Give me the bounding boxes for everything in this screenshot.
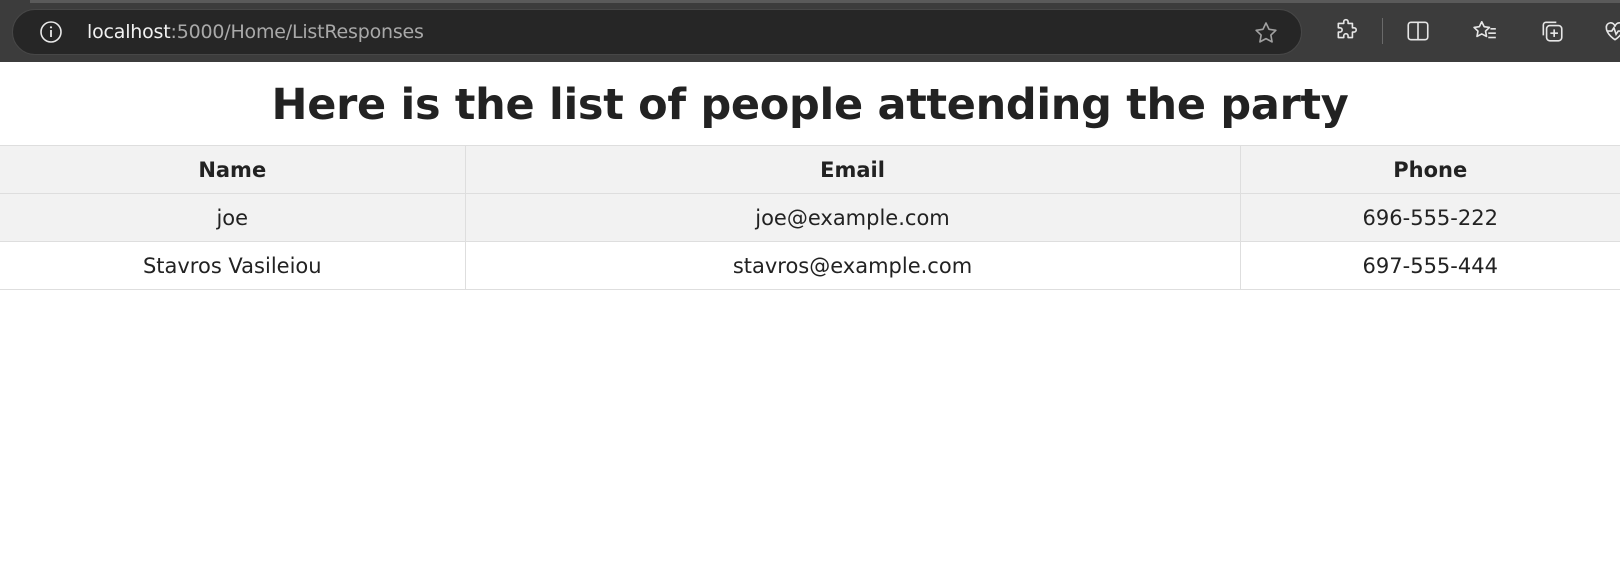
puzzle-icon[interactable] [1332,16,1362,46]
column-header-email: Email [465,145,1241,194]
cell-phone: 697-555-444 [1240,241,1620,290]
page-content: Here is the list of people attending the… [0,62,1620,290]
responses-table: Name Email Phone joe joe@example.com 696… [0,145,1620,290]
column-header-phone: Phone [1240,145,1620,194]
toolbar-separator [1382,18,1383,44]
page-title: Here is the list of people attending the… [271,80,1349,130]
url-text[interactable]: localhost:5000/Home/ListResponses [87,21,424,43]
collections-icon[interactable] [1537,16,1567,46]
cell-name: Stavros Vasileiou [0,241,466,290]
browser-toolbar: localhost:5000/Home/ListResponses [0,0,1620,62]
address-bar[interactable]: localhost:5000/Home/ListResponses [12,9,1302,55]
column-header-name: Name [0,145,466,194]
health-icon[interactable] [1600,16,1620,46]
table-row: joe joe@example.com 696-555-222 [0,193,1620,242]
table-header-row: Name Email Phone [0,145,1620,194]
table-row: Stavros Vasileiou stavros@example.com 69… [0,241,1620,290]
cell-email: joe@example.com [465,193,1241,242]
cell-email: stavros@example.com [465,241,1241,290]
tab-strip-edge [30,0,1620,3]
star-icon[interactable] [1253,20,1279,46]
url-path: :5000/Home/ListResponses [170,21,424,43]
cell-phone: 696-555-222 [1240,193,1620,242]
split-screen-icon[interactable] [1403,16,1433,46]
favorites-icon[interactable] [1470,16,1500,46]
cell-name: joe [0,193,466,242]
url-host: localhost [87,21,171,43]
info-icon[interactable] [39,20,63,44]
